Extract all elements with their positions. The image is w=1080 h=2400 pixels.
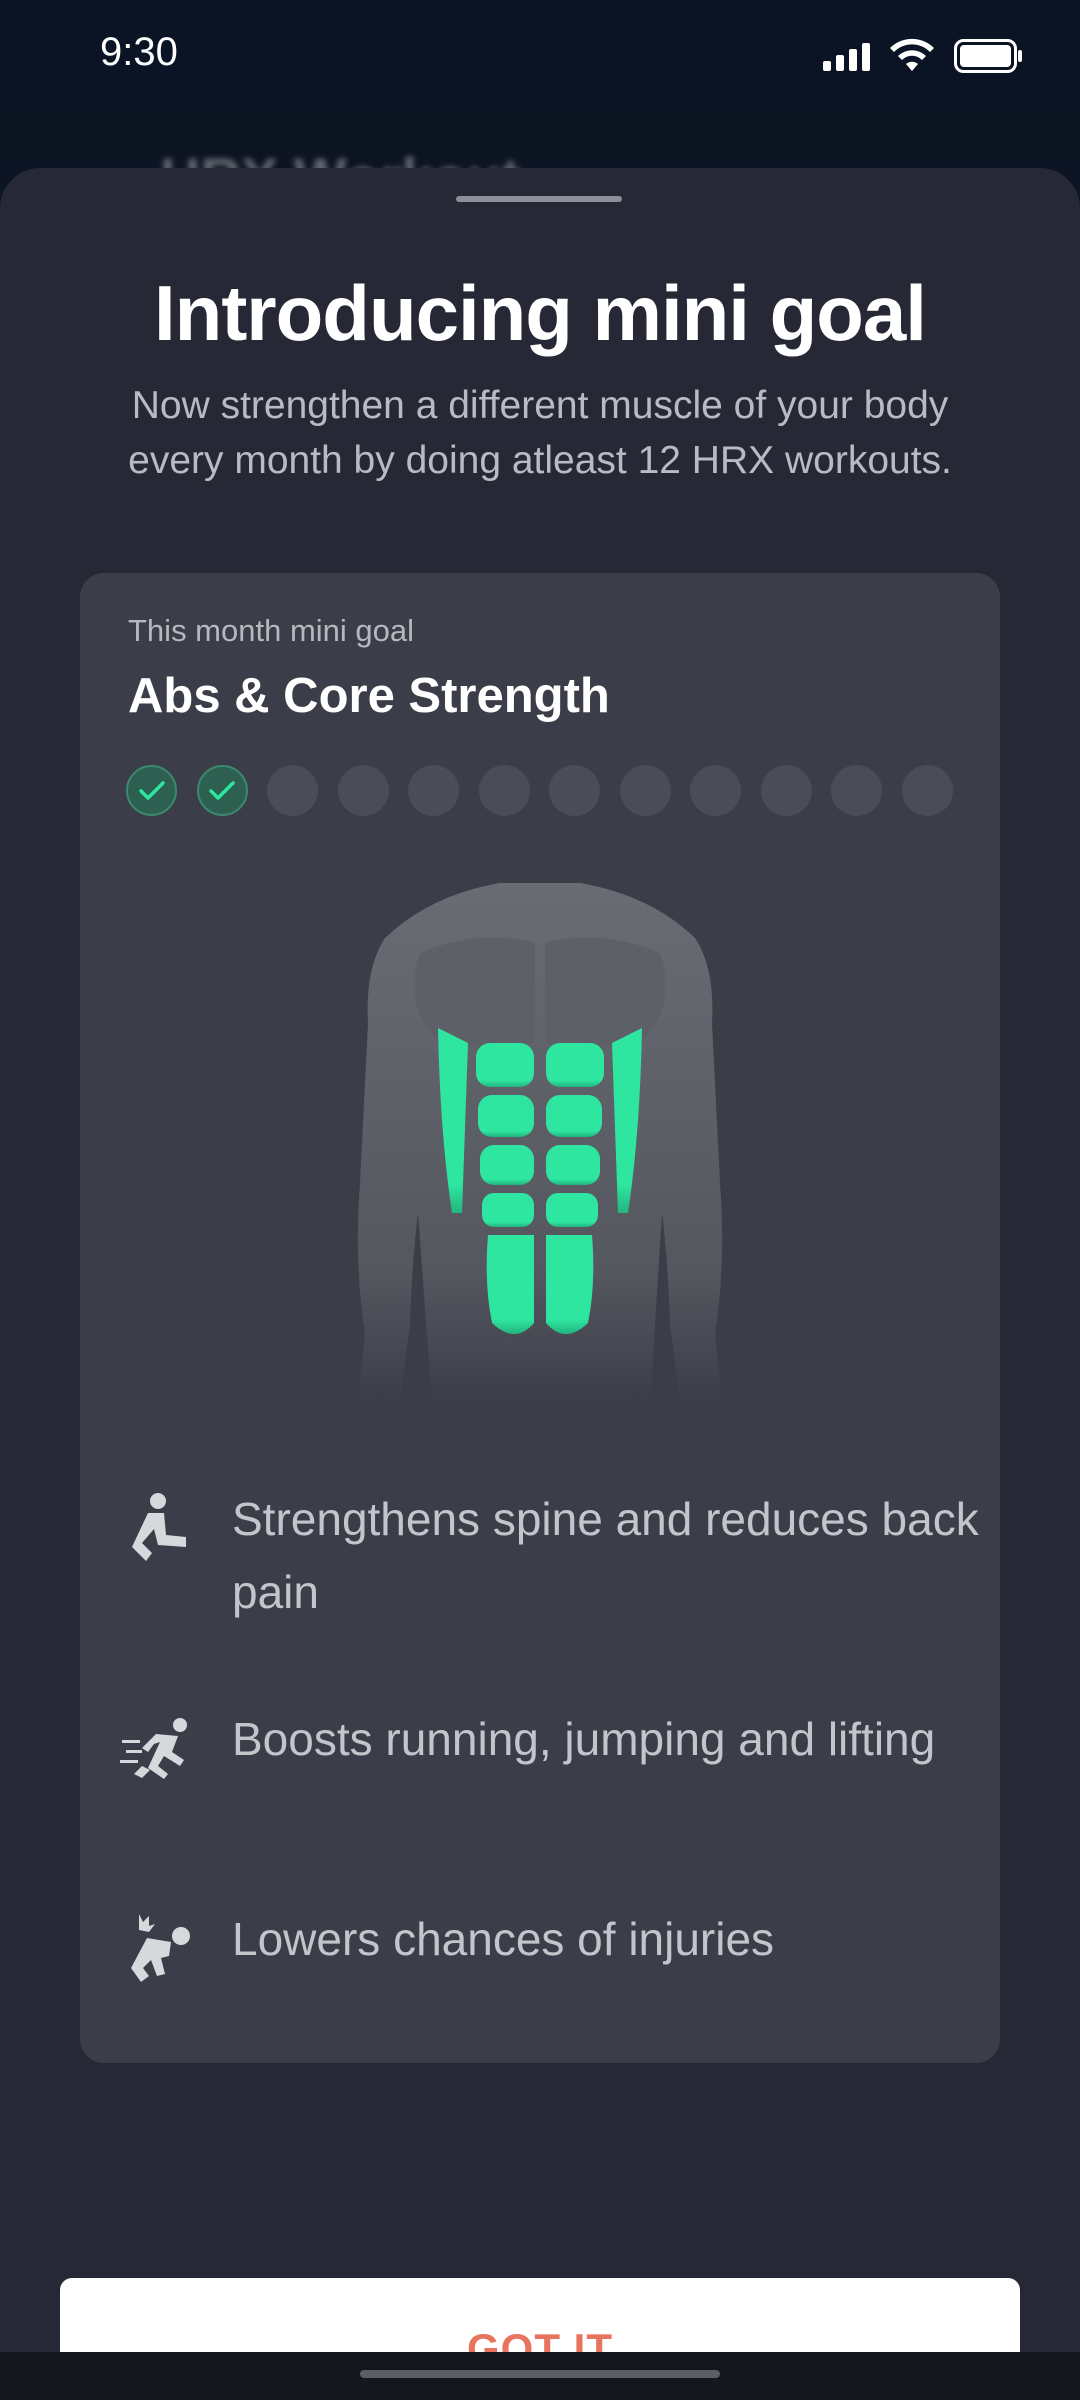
wifi-icon [890,38,934,71]
progress-dot-completed [126,765,177,816]
sheet-title: Introducing mini goal [154,269,927,357]
progress-dot-pending [408,765,459,816]
status-bar: 9:30 [0,0,1080,112]
progress-dot-pending [478,765,530,816]
benefit-item: Boosts running, jumping and lifting [120,1703,980,1793]
benefit-item: Strengthens spine and reduces back pain [120,1483,980,1629]
progress-dot-pending [690,765,741,816]
benefit-item: Lowers chances of injuries [120,1903,980,1993]
benefit-text: Strengthens spine and reduces back pain [232,1493,979,1618]
battery-icon [954,39,1022,73]
goal-name: Abs & Core Strength [128,669,610,723]
goal-caption: This month mini goal [128,613,415,648]
check-icon [138,780,165,800]
mini-goal-bottom-sheet: Introducing mini goal Now strengthen a d… [0,168,1080,2400]
sheet-subtitle: Now strengthen a different muscle of you… [128,384,952,482]
benefit-text: Lowers chances of injuries [232,1913,775,1965]
home-indicator[interactable] [360,2370,720,2378]
check-icon [209,780,235,800]
goal-card: This month mini goal Abs & Core Strength [80,573,1000,2063]
progress-dot-pending [831,765,882,816]
screen: 9:30 ‹ HRX Workout Introducing mini goal… [0,0,1080,2400]
progress-dot-pending [619,765,671,816]
progress-dot-pending [337,765,389,816]
status-time: 9:30 [100,30,178,74]
progress-dot-pending [549,765,600,816]
injury-person-icon [120,1903,200,1993]
running-person-icon [120,1703,200,1793]
workout-progress-tracker [126,765,953,816]
progress-dot-pending [267,765,318,816]
progress-dot-pending [760,765,812,816]
drag-handle[interactable] [456,196,622,202]
progress-dot-pending [901,765,953,816]
benefit-text: Boosts running, jumping and lifting [232,1713,936,1765]
progress-dot-completed [196,765,248,816]
stretching-person-icon [120,1483,200,1573]
cellular-signal-icon [823,41,870,71]
status-icons [823,38,1024,74]
torso-muscle-illustration [357,883,723,1403]
